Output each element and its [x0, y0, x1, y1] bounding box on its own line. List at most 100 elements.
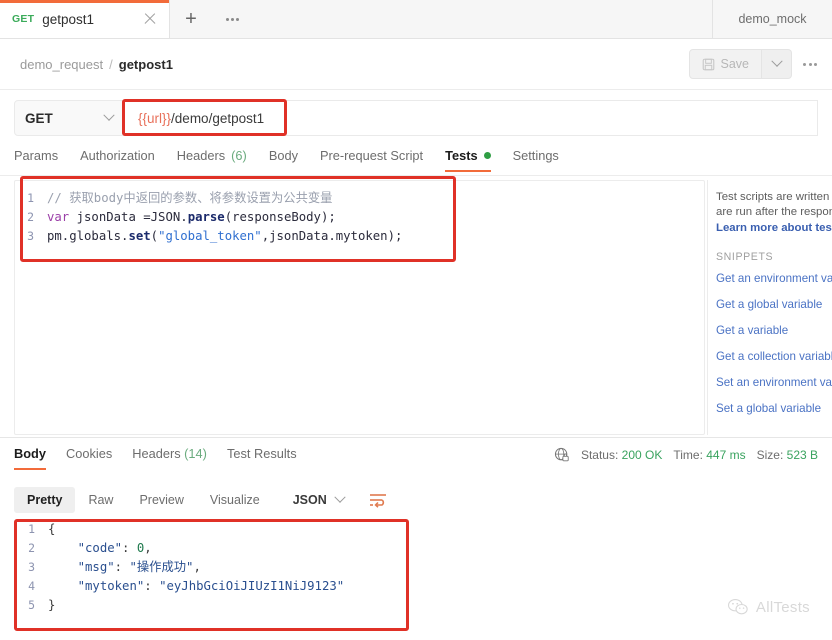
view-tab-preview[interactable]: Preview [126, 487, 196, 513]
tab-strip: GET getpost1 + demo_mock [0, 0, 832, 39]
response-meta: Status: 200 OK Time: 447 ms Size: 523 B [554, 446, 818, 463]
view-tab-pretty[interactable]: Pretty [14, 487, 76, 513]
tab-pre-request-script[interactable]: Pre-request Script [320, 148, 423, 172]
tab-body-label: Body [268, 148, 298, 163]
response-body-viewer[interactable]: 1 { 2 "code": 0, 3 "msg": "操作成功", 4 "myt… [14, 520, 804, 638]
view-tab-raw[interactable]: Raw [75, 487, 126, 513]
watermark-label: AllTests [755, 598, 810, 616]
code-fn: parse [187, 210, 225, 224]
snippet-item[interactable]: Get a global variable [716, 298, 832, 311]
tab-headers-count: (6) [231, 148, 247, 163]
tab-tests[interactable]: Tests [445, 148, 492, 172]
code-frag: (responseBody); [224, 210, 336, 224]
tab-tests-label: Tests [445, 148, 478, 163]
response-tab-body-label: Body [14, 446, 46, 461]
json-text: { [48, 522, 56, 536]
http-method-selector[interactable]: GET [14, 100, 124, 136]
breadcrumb-request[interactable]: getpost1 [119, 57, 173, 72]
tab-headers-label: Headers [176, 148, 226, 163]
close-icon[interactable] [141, 10, 159, 28]
tab-settings-label: Settings [512, 148, 559, 163]
learn-more-link[interactable]: Learn more about tests s [716, 222, 832, 234]
floppy-disk-icon [702, 58, 714, 70]
tab-title-label: getpost1 [42, 11, 94, 27]
snippet-item[interactable]: Get an environment variab [716, 272, 832, 285]
json-text: "mytoken": "eyJhbGciOiJIUzI1NiJ9123" [48, 577, 345, 596]
tab-method-label: GET [12, 13, 35, 25]
response-format-selector[interactable]: JSON [283, 487, 354, 513]
chevron-down-icon [103, 109, 115, 121]
json-line: 3 "msg": "操作成功", [14, 558, 804, 577]
code-keyword: var [47, 210, 70, 224]
view-tab-visualize[interactable]: Visualize [197, 487, 273, 513]
json-key: "msg" [77, 560, 115, 574]
request-more-actions-button[interactable] [796, 62, 824, 66]
code-line: 1 // 获取body中返回的参数、将参数设置为公共变量 [15, 189, 704, 208]
response-divider [0, 437, 832, 438]
response-tab-cookies[interactable]: Cookies [66, 446, 112, 470]
save-options-button[interactable] [762, 49, 792, 79]
url-input[interactable]: {{url}}/demo/getpost1 [124, 100, 818, 136]
watermark: AllTests [727, 598, 810, 616]
code-text: var jsonData =JSON.parse(responseBody); [47, 208, 336, 227]
status-value: 200 OK [621, 448, 663, 462]
environment-selector[interactable]: demo_mock [712, 0, 832, 38]
code-fn: set [128, 229, 151, 243]
word-wrap-icon[interactable] [368, 491, 388, 509]
code-frag: pm.globals. [47, 229, 129, 243]
line-number: 3 [28, 560, 35, 574]
line-number: 5 [28, 598, 35, 612]
response-header: Body Cookies Headers (14) Test Results S… [0, 446, 832, 476]
json-text: "msg": "操作成功", [48, 558, 201, 577]
globe-lock-icon [554, 447, 569, 462]
json-comma: , [144, 541, 152, 555]
breadcrumb-collection[interactable]: demo_request [20, 57, 103, 72]
response-tab-cookies-label: Cookies [66, 446, 113, 461]
code-string: "global_token" [158, 229, 262, 243]
status-label: Status: [580, 448, 619, 462]
json-text: "code": 0, [48, 539, 152, 558]
ellipsis-icon[interactable] [212, 0, 252, 38]
tab-strip-spacer [252, 0, 712, 38]
url-path-text: /demo/getpost1 [171, 110, 265, 126]
code-frag: jsonData =JSON. [69, 210, 188, 224]
snippets-heading: SNIPPETS [716, 251, 774, 263]
response-tab-test-results[interactable]: Test Results [227, 446, 297, 470]
json-line: 2 "code": 0, [14, 539, 804, 558]
line-number: 4 [28, 579, 35, 593]
snippet-item[interactable]: Get a collection variable [716, 350, 832, 363]
snippet-item[interactable]: Set a global variable [716, 402, 832, 415]
response-tabs: Body Cookies Headers (14) Test Results [14, 446, 297, 470]
response-view-tabs: Pretty Raw Preview Visualize JSON [14, 486, 404, 514]
breadcrumb-row: demo_request / getpost1 Save [0, 39, 832, 90]
time-label: Time: [673, 448, 703, 462]
time-value: 447 ms [706, 448, 746, 462]
request-tabs: Params Authorization Headers (6) Body Pr… [0, 148, 832, 176]
code-frag: ,jsonData.mytoken); [261, 229, 403, 243]
json-line: 4 "mytoken": "eyJhbGciOiJIUzI1NiJ9123" [14, 577, 804, 596]
tab-params[interactable]: Params [14, 148, 58, 172]
response-tab-headers[interactable]: Headers (14) [132, 446, 207, 470]
request-tab-getpost1[interactable]: GET getpost1 [0, 0, 170, 38]
snippet-item[interactable]: Set an environment variab [716, 376, 832, 389]
tab-authorization[interactable]: Authorization [80, 148, 155, 172]
breadcrumb-separator: / [109, 56, 113, 72]
snippet-item[interactable]: Get a variable [716, 324, 832, 337]
code-text: // 获取body中返回的参数、将参数设置为公共变量 [47, 191, 333, 205]
plus-icon[interactable]: + [170, 0, 212, 38]
response-tab-headers-label: Headers [132, 446, 181, 461]
tests-code-editor[interactable]: 1 // 获取body中返回的参数、将参数设置为公共变量 2 var jsonD… [14, 180, 705, 435]
line-number: 2 [28, 541, 35, 555]
snippets-description-line1: Test scripts are written in [716, 191, 832, 203]
response-tab-body[interactable]: Body [14, 446, 46, 470]
json-sep: : [122, 541, 137, 555]
save-button[interactable]: Save [688, 49, 762, 79]
json-line: 1 { [14, 520, 804, 539]
json-text: } [48, 598, 56, 612]
wechat-icon [727, 598, 748, 615]
url-bar: GET {{url}}/demo/getpost1 [0, 90, 832, 146]
chevron-down-icon [770, 55, 783, 67]
tab-body[interactable]: Body [269, 148, 298, 172]
tab-settings[interactable]: Settings [513, 148, 559, 172]
tab-headers[interactable]: Headers (6) [177, 148, 247, 172]
